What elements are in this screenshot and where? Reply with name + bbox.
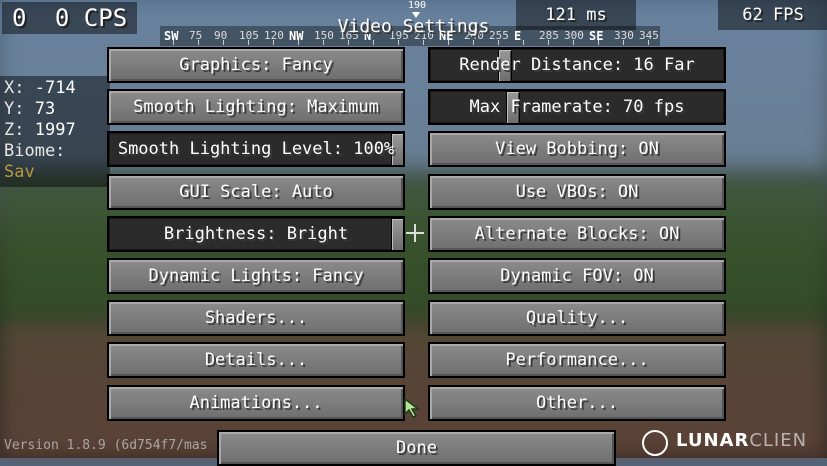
button-label: Graphics: Fancy <box>179 55 333 75</box>
button-label: Smooth Lighting Level: 100% <box>117 139 395 159</box>
biome-label: Biome: <box>4 141 66 161</box>
brand-wordmark: LUNARCLIEN <box>676 430 807 451</box>
biome-value: Sav <box>4 162 35 182</box>
button-graphics-fancy[interactable]: Graphics: Fancy <box>107 47 405 83</box>
compass-tick <box>447 40 449 45</box>
button-label: View Bobbing: ON <box>495 139 659 159</box>
done-button[interactable]: Done <box>217 430 616 466</box>
compass-tick <box>647 40 649 45</box>
brand-fade: CLIEN <box>749 430 808 451</box>
compass-tick <box>497 40 499 45</box>
compass-bearing: 190 <box>408 0 427 11</box>
compass-tick <box>322 40 324 45</box>
slider-brightness-bright[interactable]: Brightness: Bright <box>107 216 405 252</box>
button-performance[interactable]: Performance... <box>428 342 726 378</box>
button-dynamic-fov-on[interactable]: Dynamic FOV: ON <box>428 258 726 294</box>
mouse-cursor-icon <box>404 398 421 418</box>
compass-tick <box>347 40 349 45</box>
button-label: Brightness: Bright <box>163 224 349 244</box>
button-label: Use VBOs: ON <box>515 182 639 202</box>
button-smooth-lighting-maximum[interactable]: Smooth Lighting: Maximum <box>107 89 405 125</box>
x-value: -714 <box>34 78 76 98</box>
slider-max-framerate-70-fps[interactable]: Max Framerate: 70 fps <box>428 89 726 125</box>
coordinates-panel: X: -714 Y: 73 Z: 1997 Biome: Sav <box>0 76 110 187</box>
y-value: 73 <box>34 99 56 119</box>
button-other[interactable]: Other... <box>428 385 726 421</box>
z-label: Z: <box>4 120 25 140</box>
button-label: Alternate Blocks: ON <box>474 224 680 244</box>
page-title: Video Settings <box>337 16 490 37</box>
button-use-vbos-on[interactable]: Use VBOs: ON <box>428 174 726 210</box>
compass-tick <box>197 40 199 45</box>
compass-tick <box>247 40 249 45</box>
button-shaders[interactable]: Shaders... <box>107 300 405 336</box>
button-label: Shaders... <box>204 308 308 328</box>
button-animations[interactable]: Animations... <box>107 385 405 421</box>
button-details[interactable]: Details... <box>107 342 405 378</box>
button-view-bobbing-on[interactable]: View Bobbing: ON <box>428 131 726 167</box>
button-label: GUI Scale: Auto <box>179 182 333 202</box>
version-text: Version 1.8.9 (6d754f7/mas <box>4 438 208 453</box>
compass-tick <box>172 40 174 45</box>
compass-tick <box>547 40 549 45</box>
button-dynamic-lights-fancy[interactable]: Dynamic Lights: Fancy <box>107 258 405 294</box>
compass-tick <box>372 40 374 45</box>
button-label: Other... <box>536 393 618 413</box>
button-label: Max Framerate: 70 fps <box>469 97 685 117</box>
button-gui-scale-auto[interactable]: GUI Scale: Auto <box>107 174 405 210</box>
z-value: 1997 <box>34 120 76 140</box>
button-label: Render Distance: 16 Far <box>459 55 695 75</box>
compass-tick <box>597 40 599 45</box>
done-label: Done <box>396 438 437 458</box>
button-label: Dynamic Lights: Fancy <box>148 266 364 286</box>
button-label: Animations... <box>189 393 323 413</box>
compass-tick <box>622 40 624 45</box>
compass-tick <box>222 40 224 45</box>
button-alternate-blocks-on[interactable]: Alternate Blocks: ON <box>428 216 726 252</box>
x-label: X: <box>4 78 25 98</box>
slider-smooth-lighting-level-100[interactable]: Smooth Lighting Level: 100% <box>107 131 405 167</box>
compass-tick <box>297 40 299 45</box>
y-label: Y: <box>4 99 25 119</box>
compass-tick <box>522 40 524 45</box>
button-label: Smooth Lighting: Maximum <box>133 97 379 117</box>
compass-tick <box>422 40 424 45</box>
button-label: Performance... <box>505 350 649 370</box>
button-label: Dynamic FOV: ON <box>500 266 654 286</box>
slider-render-distance-16-far[interactable]: Render Distance: 16 Far <box>428 47 726 83</box>
compass-tick <box>272 40 274 45</box>
button-label: Quality... <box>525 308 629 328</box>
compass-tick <box>397 40 399 45</box>
crosshair-icon <box>406 224 424 242</box>
button-label: Details... <box>204 350 308 370</box>
button-quality[interactable]: Quality... <box>428 300 726 336</box>
lunar-logo-icon <box>642 430 668 456</box>
compass-tick <box>472 40 474 45</box>
compass-tick <box>572 40 574 45</box>
slider-handle[interactable] <box>391 218 403 250</box>
brand-main: LUNAR <box>676 430 750 451</box>
